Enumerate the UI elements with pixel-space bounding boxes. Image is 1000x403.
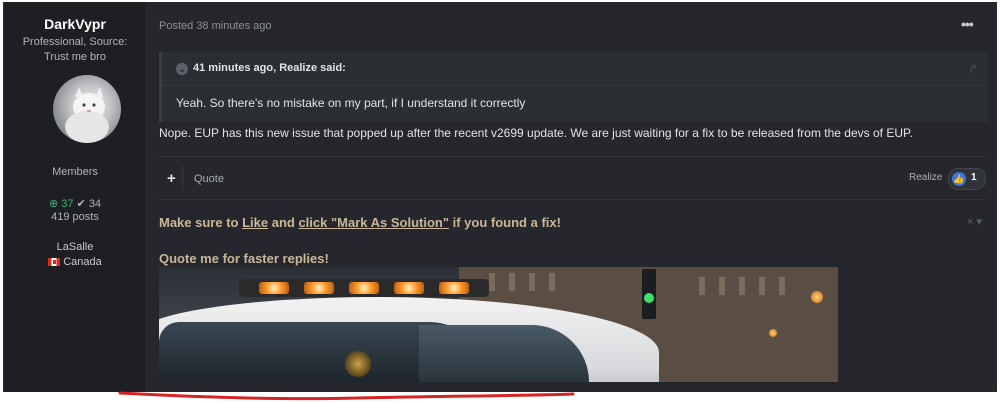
- author-panel: DarkVypr Professional, Source: Trust me …: [5, 2, 145, 394]
- thumbs-up-icon: 👍: [952, 172, 966, 186]
- lamp: [304, 282, 334, 294]
- neutral-rep-count: 34: [88, 198, 102, 210]
- lamp: [349, 282, 379, 294]
- divider: [162, 85, 988, 86]
- window: [719, 277, 725, 295]
- lamp: [394, 282, 424, 294]
- green-light: [644, 293, 654, 303]
- signature-line-2: Quote me for faster replies!: [159, 251, 329, 266]
- reaction-badge[interactable]: 👍 1: [948, 168, 986, 190]
- share-arrow-icon[interactable]: ↱: [968, 62, 978, 76]
- chevron-down-icon[interactable]: ⌄: [176, 63, 188, 75]
- author-name[interactable]: DarkVypr: [5, 16, 145, 32]
- car-side-window: [419, 325, 589, 382]
- reaction-user[interactable]: Realize: [909, 172, 942, 183]
- street-lamp: [811, 291, 823, 303]
- reaction-count: 1: [971, 172, 977, 183]
- window: [489, 273, 495, 291]
- window: [759, 277, 765, 295]
- country-name: Canada: [63, 256, 102, 268]
- reputation: ⊕ 37 ✔ 34: [5, 197, 145, 210]
- cat-avatar-image: [65, 87, 109, 143]
- lamp: [259, 282, 289, 294]
- canada-flag-icon: [48, 258, 61, 266]
- window: [529, 273, 535, 291]
- multiquote-add-button[interactable]: +: [167, 170, 176, 187]
- post-timestamp[interactable]: Posted 38 minutes ago: [159, 20, 272, 32]
- window: [779, 277, 785, 295]
- police-car-image: [159, 267, 838, 382]
- positive-rep-count: 37: [61, 198, 74, 210]
- member-group: Members: [52, 166, 98, 178]
- divider: [159, 156, 985, 157]
- sig-text: if you found a fix!: [449, 215, 561, 230]
- quote-header-text: 41 minutes ago, Realize said:: [193, 62, 346, 74]
- lamp: [439, 282, 469, 294]
- sig-text: and: [268, 215, 299, 230]
- quote-button[interactable]: Quote: [194, 173, 224, 185]
- post-count: 419 posts: [51, 211, 99, 223]
- sig-text: Make sure to: [159, 215, 243, 230]
- author-title-line1: Professional, Source:: [22, 36, 128, 48]
- author-title-line2: Trust me bro: [44, 51, 106, 63]
- avatar[interactable]: [53, 75, 121, 143]
- quote-text: Yeah. So there's no mistake on my part, …: [176, 96, 526, 110]
- quote-block: ⌄ 41 minutes ago, Realize said: ↱ Yeah. S…: [159, 52, 988, 122]
- like-link[interactable]: Like: [242, 215, 268, 230]
- window: [549, 273, 555, 291]
- signature-line-1: Make sure to Like and click "Mark As Sol…: [159, 215, 561, 230]
- more-dots-icon[interactable]: •••: [961, 16, 974, 32]
- police-lightbar: [239, 279, 489, 297]
- forum-post: DarkVypr Professional, Source: Trust me …: [3, 2, 997, 394]
- street-lamp: [769, 329, 777, 337]
- quote-header[interactable]: ⌄ 41 minutes ago, Realize said:: [176, 62, 346, 75]
- divider: [159, 199, 985, 200]
- red-annotation-underline: [118, 391, 575, 401]
- window: [699, 277, 705, 295]
- window: [509, 273, 515, 291]
- positive-rep-icon: ⊕: [48, 198, 59, 210]
- author-title: Professional, Source: Trust me bro: [5, 35, 145, 65]
- location-country: Canada: [5, 256, 145, 268]
- location-city: LaSalle: [56, 241, 94, 253]
- police-badge-emblem: [345, 351, 371, 377]
- check-icon: ✔: [76, 198, 86, 210]
- post-body: Nope. EUP has this new issue that popped…: [159, 126, 913, 140]
- mark-solution-link[interactable]: click "Mark As Solution": [298, 215, 449, 230]
- window: [739, 277, 745, 295]
- traffic-light: [642, 269, 656, 319]
- divider: [182, 165, 183, 191]
- signature-close-icon[interactable]: × ▾: [967, 215, 982, 228]
